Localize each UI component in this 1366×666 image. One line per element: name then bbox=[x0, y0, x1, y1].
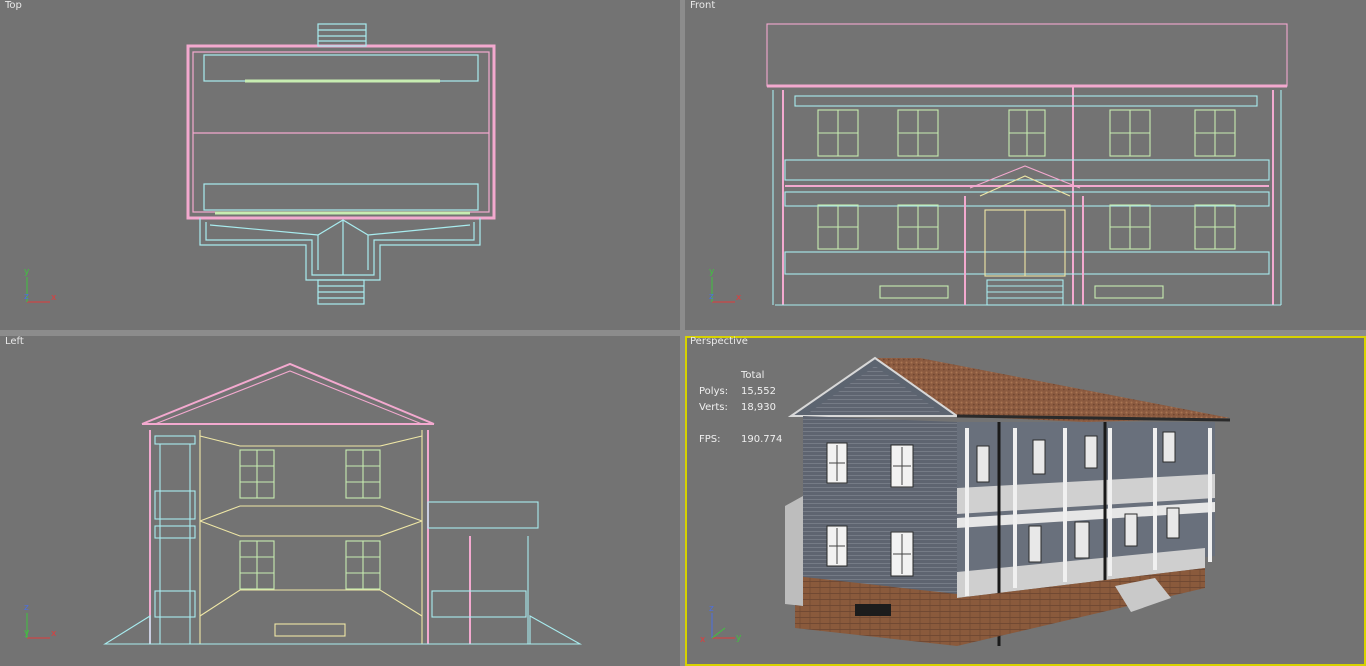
top-wireframe: x y z bbox=[24, 23, 496, 305]
verts-value: 18,930 bbox=[741, 402, 776, 413]
axis-gizmo: x y z bbox=[24, 267, 57, 303]
stats-header: Total bbox=[741, 370, 765, 381]
viewport-label[interactable]: Perspective bbox=[690, 336, 748, 347]
front-wireframe: x y z bbox=[709, 23, 1288, 306]
top-viewport[interactable]: Top x y z bbox=[0, 0, 680, 330]
fps-value: 190.774 bbox=[741, 434, 783, 445]
svg-text:x: x bbox=[700, 635, 706, 644]
viewport-label[interactable]: Left bbox=[5, 336, 24, 347]
svg-text:x: x bbox=[51, 293, 57, 303]
polys-label: Polys: bbox=[699, 386, 729, 397]
left-viewport[interactable]: Left x z y bbox=[0, 336, 680, 666]
front-viewport[interactable]: Front x y z bbox=[685, 0, 1366, 330]
verts-label: Verts: bbox=[699, 402, 728, 413]
viewport-label[interactable]: Top bbox=[5, 0, 22, 11]
svg-text:z: z bbox=[709, 604, 714, 614]
left-wireframe: x z y bbox=[24, 362, 583, 645]
svg-text:y: y bbox=[709, 267, 715, 277]
svg-text:y: y bbox=[24, 628, 30, 638]
svg-text:y: y bbox=[736, 633, 742, 643]
stats-overlay: Total Polys: 15,552 Verts: 18,930 FPS: 1… bbox=[699, 370, 819, 450]
svg-text:x: x bbox=[51, 629, 57, 639]
axis-gizmo: x z y bbox=[24, 603, 57, 639]
svg-text:y: y bbox=[24, 267, 30, 277]
svg-text:z: z bbox=[24, 603, 29, 613]
svg-text:x: x bbox=[736, 293, 742, 303]
perspective-viewport[interactable]: Perspective Total Polys: 15,552 Verts: 1… bbox=[685, 336, 1366, 666]
svg-text:z: z bbox=[709, 292, 714, 302]
svg-text:z: z bbox=[24, 292, 29, 302]
viewport-label[interactable]: Front bbox=[690, 0, 715, 11]
polys-value: 15,552 bbox=[741, 386, 776, 397]
fps-label: FPS: bbox=[699, 434, 721, 445]
axis-gizmo: y z x bbox=[700, 604, 742, 644]
axis-gizmo: x y z bbox=[709, 267, 742, 303]
